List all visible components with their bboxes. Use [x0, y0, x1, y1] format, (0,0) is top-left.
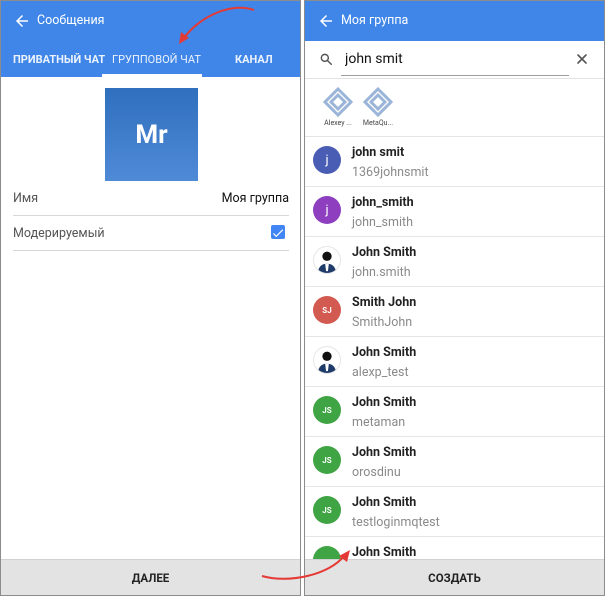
contact-name: john_smith	[352, 195, 414, 210]
selected-participant-chip[interactable]: Alexey ...	[319, 87, 357, 127]
screenshot-stage: Сообщения ПРИВАТНЫЙ ЧАТ ГРУППОВОЙ ЧАТ КА…	[0, 0, 605, 596]
contact-row[interactable]: j john_smith john_smith	[305, 187, 604, 237]
contact-avatar: JS	[313, 446, 341, 474]
tab-private-chat[interactable]: ПРИВАТНЫЙ ЧАТ	[13, 53, 105, 67]
contact-row[interactable]: John Smith john.smith	[305, 237, 604, 287]
contact-row[interactable]: John Smith alexp_test	[305, 337, 604, 387]
avatar-initials: j	[325, 202, 329, 218]
contact-row[interactable]: JS John Smith metaman	[305, 387, 604, 437]
avatar-initials: JS	[322, 455, 332, 465]
checkmark-icon	[272, 229, 284, 238]
contact-username: 1369johnsmit	[352, 165, 429, 180]
contact-username: orosdinu	[352, 465, 401, 480]
left-app-title: Сообщения	[37, 13, 105, 28]
group-name-value[interactable]: Моя группа	[222, 191, 289, 206]
moderated-label: Модерируемый	[13, 226, 105, 241]
tab-channel[interactable]: КАНАЛ	[235, 53, 273, 67]
close-icon[interactable]	[574, 51, 590, 67]
person-avatar-icon	[313, 246, 341, 274]
contact-avatar: SJ	[313, 296, 341, 324]
create-button[interactable]: СОЗДАТЬ	[305, 559, 604, 595]
contact-name: John Smith	[352, 395, 417, 410]
contact-username: testloginmqtest	[352, 515, 440, 530]
search-underline	[341, 75, 569, 76]
contact-search-results: j john smit 1369johnsmit j john_smith jo…	[305, 137, 604, 587]
chat-type-tabs: ПРИВАТНЫЙ ЧАТ ГРУППОВОЙ ЧАТ КАНАЛ	[1, 41, 300, 77]
contact-username: john.smith	[352, 265, 411, 280]
participant-logo-icon	[363, 87, 393, 117]
avatar-initials: JS	[322, 505, 332, 515]
back-arrow-icon[interactable]	[317, 12, 335, 30]
contact-row[interactable]: JS John Smith orosdinu	[305, 437, 604, 487]
contact-search-bar	[305, 41, 604, 79]
contact-row[interactable]: JS John Smith testloginmqtest	[305, 487, 604, 537]
contact-name: Smith John	[352, 295, 417, 310]
right-appbar: Моя группа	[305, 1, 604, 41]
search-input[interactable]	[345, 48, 555, 70]
contact-name: John Smith	[352, 495, 417, 510]
avatar-initials: j	[325, 152, 329, 168]
participant-logo-icon	[323, 87, 353, 117]
right-screen: Моя группа Alexey ...	[304, 0, 605, 596]
contact-row[interactable]: SJ Smith John SmithJohn	[305, 287, 604, 337]
contact-avatar: JS	[313, 396, 341, 424]
contact-avatar: j	[313, 146, 341, 174]
active-tab-indicator	[102, 74, 202, 77]
moderated-field[interactable]: Модерируемый	[13, 217, 289, 251]
left-appbar: Сообщения	[1, 1, 300, 41]
avatar-initials: SJ	[322, 305, 332, 315]
back-arrow-icon[interactable]	[13, 12, 31, 30]
contact-username: john_smith	[352, 215, 413, 230]
participant-chip-label: MetaQu...	[362, 119, 394, 127]
person-avatar-icon	[313, 346, 341, 374]
contact-username: alexp_test	[352, 365, 409, 380]
contact-name: John Smith	[352, 345, 417, 360]
contact-avatar: j	[313, 196, 341, 224]
contact-name: john smit	[352, 145, 405, 160]
search-icon	[320, 53, 332, 65]
group-name-label: Имя	[13, 191, 39, 206]
avatar-initials: JS	[322, 405, 332, 415]
participant-chip-label: Alexey ...	[324, 119, 352, 127]
selected-participant-chip[interactable]: MetaQu...	[359, 87, 397, 127]
contact-row[interactable]: j john smit 1369johnsmit	[305, 137, 604, 187]
tab-group-chat[interactable]: ГРУППОВОЙ ЧАТ	[112, 53, 201, 67]
contact-username: SmithJohn	[352, 315, 413, 330]
contact-avatar: JS	[313, 496, 341, 524]
contact-name: John Smith	[352, 245, 417, 260]
group-avatar[interactable]: Mr	[105, 88, 198, 181]
group-name-field[interactable]: Имя Моя группа	[13, 182, 289, 216]
next-button[interactable]: ДАЛЕЕ	[1, 559, 300, 595]
contact-name: John Smith	[352, 545, 417, 560]
contact-username: metaman	[352, 415, 406, 430]
moderated-checkbox[interactable]	[271, 225, 285, 239]
selected-participants: Alexey ... MetaQu...	[305, 79, 604, 137]
left-screen: Сообщения ПРИВАТНЫЙ ЧАТ ГРУППОВОЙ ЧАТ КА…	[0, 0, 301, 596]
right-app-title: Моя группа	[341, 13, 409, 28]
contact-name: John Smith	[352, 445, 417, 460]
